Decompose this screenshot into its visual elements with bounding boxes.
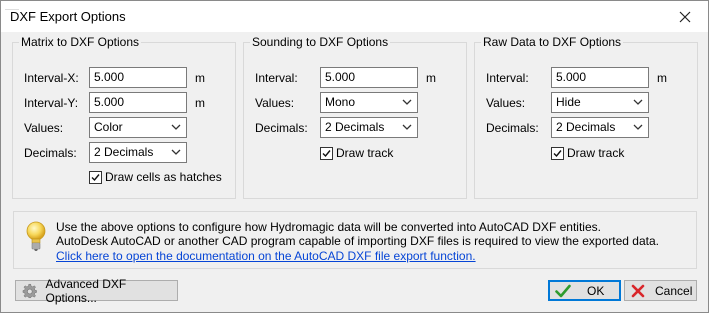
matrix-values-label: Values: bbox=[24, 121, 64, 135]
raw-decimals-selected: 2 Decimals bbox=[556, 120, 616, 134]
documentation-link[interactable]: Click here to open the documentation on … bbox=[56, 249, 476, 263]
gear-icon bbox=[22, 283, 37, 298]
matrix-options-group: Matrix to DXF Options Interval-X: 5.000 … bbox=[12, 35, 236, 199]
raw-interval-unit: m bbox=[657, 71, 667, 85]
matrix-hatches-label: Draw cells as hatches bbox=[105, 170, 222, 184]
raw-interval-input[interactable]: 5.000 bbox=[551, 67, 649, 88]
checkbox-checked-icon bbox=[89, 170, 102, 184]
matrix-interval-y-input[interactable]: 5.000 bbox=[89, 92, 187, 113]
red-x-icon bbox=[631, 284, 645, 297]
raw-decimals-label: Decimals: bbox=[486, 121, 539, 135]
sounding-values-label: Values: bbox=[255, 96, 295, 110]
close-icon bbox=[679, 11, 691, 22]
matrix-interval-x-label: Interval-X: bbox=[24, 71, 79, 85]
cancel-button[interactable]: Cancel bbox=[624, 280, 697, 301]
advanced-dxf-options-button[interactable]: Advanced DXF Options... bbox=[15, 277, 178, 305]
checkbox-checked-icon bbox=[320, 146, 333, 160]
chevron-down-icon bbox=[402, 124, 412, 130]
dxf-export-dialog: DXF Export Options Matrix to DXF Options… bbox=[0, 0, 709, 313]
matrix-hatches-checkbox[interactable]: Draw cells as hatches bbox=[89, 170, 222, 184]
sounding-decimals-label: Decimals: bbox=[255, 121, 308, 135]
sounding-values-select[interactable]: Mono bbox=[320, 92, 418, 113]
window-title: DXF Export Options bbox=[10, 9, 126, 24]
matrix-decimals-selected: 2 Decimals bbox=[94, 145, 154, 159]
matrix-decimals-label: Decimals: bbox=[24, 146, 77, 160]
raw-values-select[interactable]: Hide bbox=[551, 92, 649, 113]
sounding-track-label: Draw track bbox=[336, 146, 394, 160]
sounding-interval-label: Interval: bbox=[255, 71, 298, 85]
matrix-interval-x-input[interactable]: 5.000 bbox=[89, 67, 187, 88]
sounding-interval-input[interactable]: 5.000 bbox=[320, 67, 418, 88]
sounding-options-legend: Sounding to DXF Options bbox=[250, 35, 391, 49]
chevron-down-icon bbox=[171, 149, 181, 155]
advanced-dxf-options-label: Advanced DXF Options... bbox=[45, 276, 127, 305]
info-line-1: Use the above options to configure how H… bbox=[56, 220, 601, 234]
matrix-interval-x-unit: m bbox=[195, 71, 205, 85]
chevron-down-icon bbox=[633, 99, 643, 105]
sounding-values-selected: Mono bbox=[325, 95, 356, 109]
sounding-options-group: Sounding to DXF Options Interval: 5.000 … bbox=[243, 35, 467, 199]
ok-button[interactable]: OK bbox=[548, 280, 621, 301]
chevron-down-icon bbox=[402, 99, 412, 105]
sounding-decimals-select[interactable]: 2 Decimals bbox=[320, 117, 418, 138]
ok-label: OK bbox=[587, 283, 605, 298]
matrix-interval-y-label: Interval-Y: bbox=[24, 96, 79, 110]
raw-decimals-select[interactable]: 2 Decimals bbox=[551, 117, 649, 138]
raw-data-options-group: Raw Data to DXF Options Interval: 5.000 … bbox=[474, 35, 698, 199]
checkmark-icon bbox=[555, 284, 571, 297]
raw-interval-label: Interval: bbox=[486, 71, 529, 85]
sounding-interval-unit: m bbox=[426, 71, 436, 85]
matrix-interval-y-unit: m bbox=[195, 96, 205, 110]
raw-values-label: Values: bbox=[486, 96, 526, 110]
info-panel: Use the above options to configure how H… bbox=[13, 211, 697, 269]
checkbox-checked-icon bbox=[551, 146, 564, 160]
lightbulb-icon bbox=[26, 221, 46, 251]
matrix-values-select[interactable]: Color bbox=[89, 117, 187, 138]
cancel-label: Cancel bbox=[655, 283, 693, 298]
matrix-options-legend: Matrix to DXF Options bbox=[19, 35, 142, 49]
raw-data-options-legend: Raw Data to DXF Options bbox=[481, 35, 624, 49]
matrix-values-selected: Color bbox=[94, 120, 123, 134]
raw-track-label: Draw track bbox=[567, 146, 625, 160]
raw-track-checkbox[interactable]: Draw track bbox=[551, 146, 624, 160]
sounding-decimals-selected: 2 Decimals bbox=[325, 120, 385, 134]
close-button[interactable] bbox=[662, 1, 708, 32]
info-line-2: AutoDesk AutoCAD or another CAD program … bbox=[56, 234, 659, 248]
matrix-decimals-select[interactable]: 2 Decimals bbox=[89, 142, 187, 163]
title-bar: DXF Export Options bbox=[1, 1, 708, 32]
chevron-down-icon bbox=[633, 124, 643, 130]
chevron-down-icon bbox=[171, 124, 181, 130]
sounding-track-checkbox[interactable]: Draw track bbox=[320, 146, 393, 160]
raw-values-selected: Hide bbox=[556, 95, 581, 109]
